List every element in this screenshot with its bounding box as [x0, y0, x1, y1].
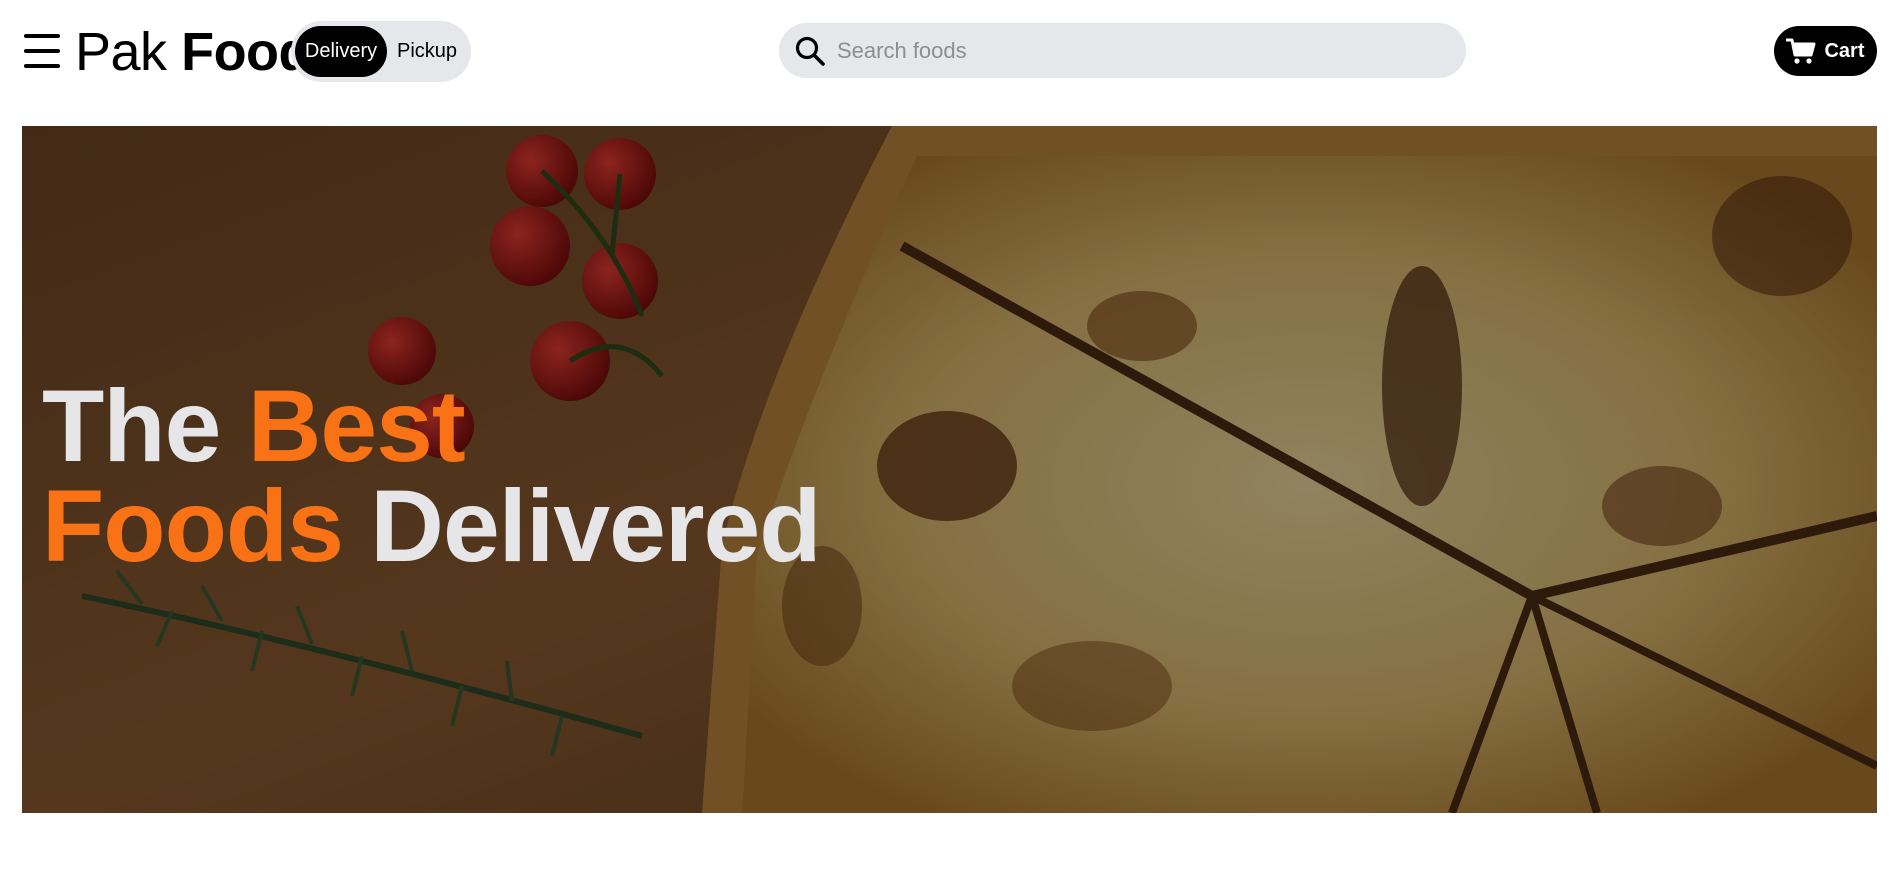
delivery-button[interactable]: Delivery — [295, 26, 387, 77]
cart-label: Cart — [1824, 39, 1865, 62]
cart-button[interactable]: Cart — [1774, 26, 1877, 76]
hamburger-menu-icon[interactable] — [24, 34, 60, 68]
hero-title-best: Best — [247, 369, 466, 483]
brand-name-light: Pak — [75, 22, 167, 82]
delivery-pickup-toggle: Delivery Pickup — [291, 21, 471, 82]
brand-logo[interactable]: Pak Food — [75, 22, 312, 82]
pickup-button[interactable]: Pickup — [387, 26, 467, 77]
top-navbar: Pak Food Delivery Pickup Cart — [0, 0, 1900, 104]
hero-title: The Best Foods Delivered — [42, 375, 822, 577]
hero-title-the: The — [42, 369, 221, 483]
search-icon[interactable] — [793, 34, 827, 68]
search-bar — [779, 23, 1466, 78]
search-input[interactable] — [837, 37, 1437, 64]
hero-banner: The Best Foods Delivered — [22, 126, 1877, 813]
cart-icon — [1786, 38, 1816, 64]
hero-title-delivered: Delivered — [370, 469, 821, 583]
hero-title-foods: Foods — [42, 469, 344, 583]
